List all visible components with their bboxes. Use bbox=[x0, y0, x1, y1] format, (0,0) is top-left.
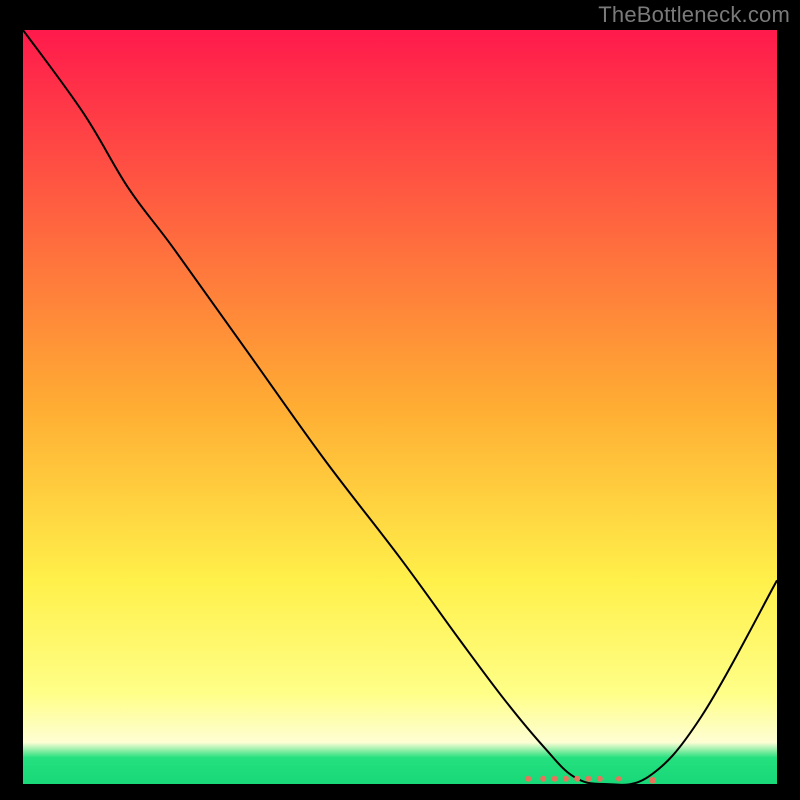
watermark-text: TheBottleneck.com bbox=[598, 2, 790, 28]
optimal-marker bbox=[525, 776, 531, 782]
optimal-marker bbox=[540, 776, 546, 782]
optimal-marker bbox=[574, 776, 580, 782]
optimal-marker bbox=[649, 777, 656, 784]
optimal-marker bbox=[585, 776, 591, 782]
optimal-marker bbox=[563, 776, 569, 782]
bottleneck-chart bbox=[23, 30, 777, 784]
optimal-marker bbox=[616, 776, 621, 781]
chart-background-gradient bbox=[23, 30, 777, 784]
optimal-marker bbox=[552, 776, 558, 782]
optimal-marker bbox=[597, 776, 603, 782]
